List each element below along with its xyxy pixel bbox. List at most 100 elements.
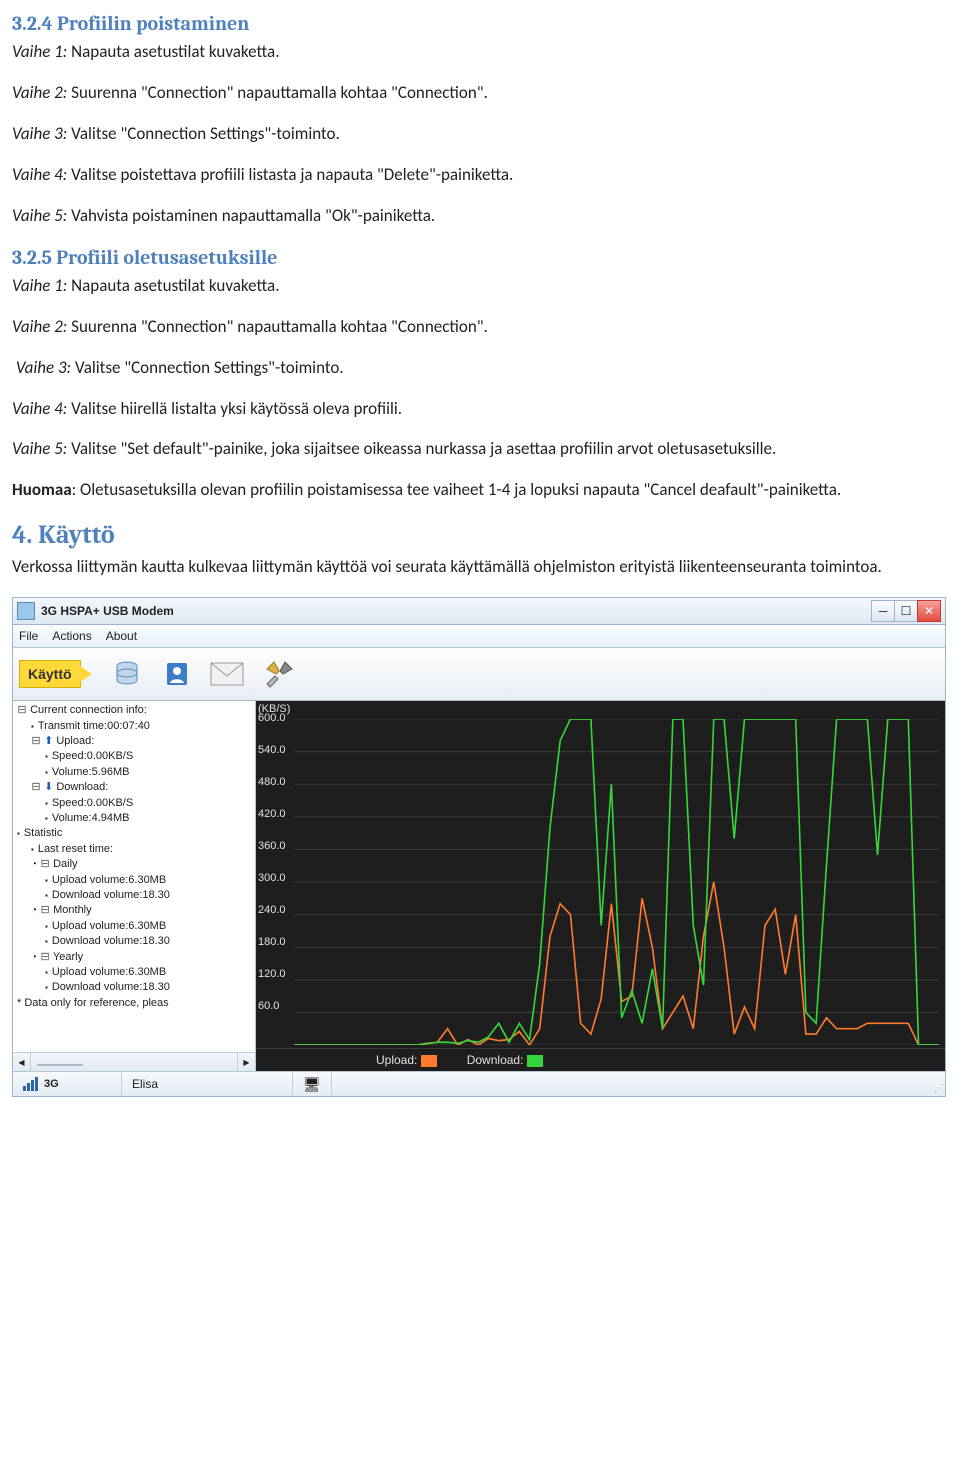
step-label: Vaihe 4: [12, 398, 67, 419]
legend-download: Download: [467, 1053, 549, 1067]
menubar: File Actions About [13, 625, 945, 648]
step-label: Vaihe 3: [12, 123, 67, 144]
toolbar-label-text: Käyttö [28, 666, 72, 682]
content-area: ⊟ Current connection info: Transmit time… [13, 701, 945, 1071]
tree-d-up: Upload volume:6.30MB [17, 873, 251, 888]
legend-upload-label: Upload: [376, 1053, 417, 1067]
scroll-left-arrow-icon[interactable]: ◀ [13, 1053, 31, 1071]
chart-legend: Upload: Download: [256, 1048, 945, 1071]
traffic-chart: (KB/S) Upload: Download: 60.0120.0180.02… [256, 701, 945, 1071]
heading-325: 3.2.5 Profiili oletusasetuksille [12, 246, 948, 269]
step-label: Vaihe 1: [12, 41, 67, 62]
tree-reference-note: * Data only for reference, pleas [17, 996, 251, 1011]
step-324-5: Vaihe 5: Vahvista poistaminen napauttama… [12, 205, 948, 228]
tree-up-speed: Speed:0.00KB/S [17, 749, 251, 764]
modem-window: 3G HSPA+ USB Modem ─ ☐ ✕ File Actions Ab… [12, 597, 946, 1097]
step-325-5: Vaihe 5: Valitse "Set default"-painike, … [12, 438, 948, 461]
tree-m-up: Upload volume:6.30MB [17, 919, 251, 934]
tree-download[interactable]: ⊟ ⬇ Download: [17, 780, 251, 795]
step-text: Vahvista poistaminen napauttamalla "Ok"-… [67, 205, 435, 226]
step-325-4: Vaihe 4: Valitse hiirellä listalta yksi … [12, 398, 948, 421]
legend-download-label: Download: [467, 1053, 524, 1067]
note-325: Huomaa: Oletusasetuksilla olevan profiil… [12, 479, 948, 502]
contacts-icon[interactable] [155, 653, 199, 695]
step-text: Suurenna "Connection" napauttamalla koht… [67, 82, 488, 103]
toolbar: Käyttö [13, 648, 945, 701]
app-icon [17, 602, 35, 620]
mail-icon[interactable] [205, 653, 249, 695]
tree-text: Monthly [53, 904, 92, 916]
resize-grip-icon[interactable]: ⋰ [934, 1083, 942, 1094]
window-title: 3G HSPA+ USB Modem [41, 604, 872, 618]
tree-y-dn: Download volume:18.30 [17, 980, 251, 995]
step-324-4: Vaihe 4: Valitse poistettava profiili li… [12, 164, 948, 187]
step-label: Vaihe 5: [12, 205, 67, 226]
y-tick: 360.0 [258, 840, 286, 852]
chart-plot [294, 719, 939, 1045]
database-icon[interactable] [105, 653, 149, 695]
menu-about[interactable]: About [106, 629, 137, 643]
scroll-thumb[interactable] [37, 1064, 83, 1066]
tree-d-dn: Download volume:18.30 [17, 888, 251, 903]
titlebar[interactable]: 3G HSPA+ USB Modem ─ ☐ ✕ [13, 598, 945, 625]
sidebar: ⊟ Current connection info: Transmit time… [13, 701, 256, 1071]
tree-m-dn: Download volume:18.30 [17, 934, 251, 949]
legend-download-swatch [527, 1055, 543, 1067]
y-tick: 120.0 [258, 968, 286, 980]
minimize-button[interactable]: ─ [871, 600, 895, 622]
legend-upload: Upload: [376, 1053, 443, 1067]
connection-tree: ⊟ Current connection info: Transmit time… [13, 701, 255, 1052]
menu-actions[interactable]: Actions [52, 629, 91, 643]
scroll-right-arrow-icon[interactable]: ▶ [237, 1053, 255, 1071]
tree-dn-vol: Volume:4.94MB [17, 811, 251, 826]
y-tick: 540.0 [258, 744, 286, 756]
chart-svg [294, 719, 939, 1045]
step-label: Vaihe 3: [16, 357, 71, 378]
statusbar: 3G Elisa 🖥 ⋰ [13, 1071, 945, 1096]
step-text: Napauta asetustilat kuvaketta. [67, 41, 279, 62]
step-324-2: Vaihe 2: Suurenna "Connection" napauttam… [12, 82, 948, 105]
network-type: 3G [44, 1078, 59, 1090]
step-label: Vaihe 2: [12, 82, 67, 103]
horizontal-scrollbar[interactable]: ◀ ▶ [13, 1052, 255, 1071]
tree-statistic: Statistic [17, 826, 251, 841]
step-label: Vaihe 1: [12, 275, 67, 296]
step-text: Valitse "Set default"-painike, joka sija… [67, 438, 776, 459]
tree-text: Download: [56, 781, 108, 793]
step-text: Valitse poistettava profiili listasta ja… [67, 164, 513, 185]
status-operator-cell: Elisa [121, 1072, 292, 1096]
note-text: : Oletusasetuksilla olevan profiilin poi… [72, 479, 842, 500]
heading-4: 4. Käyttö [12, 520, 948, 550]
tree-dn-speed: Speed:0.00KB/S [17, 796, 251, 811]
tree-y-up: Upload volume:6.30MB [17, 965, 251, 980]
heading-324: 3.2.4 Profiilin poistaminen [12, 12, 948, 35]
tree-upload[interactable]: ⊟ ⬆ Upload: [17, 734, 251, 749]
tree-monthly[interactable]: ⊟ Monthly [17, 903, 251, 918]
signal-icon [23, 1077, 38, 1091]
y-tick: 240.0 [258, 904, 286, 916]
tree-last-reset: Last reset time: [17, 842, 251, 857]
status-spacer [331, 1072, 945, 1096]
step-label: Vaihe 2: [12, 316, 67, 337]
step-324-1: Vaihe 1: Napauta asetustilat kuvaketta. [12, 41, 948, 64]
step-label: Vaihe 5: [12, 438, 67, 459]
y-tick: 180.0 [258, 936, 286, 948]
tree-yearly[interactable]: ⊟ Yearly [17, 950, 251, 965]
step-label: Vaihe 4: [12, 164, 67, 185]
step-325-3: Vaihe 3: Valitse "Connection Settings"-t… [12, 357, 948, 380]
status-operator: Elisa [132, 1077, 158, 1091]
tree-text: Yearly [53, 951, 83, 963]
tree-text: Upload: [56, 735, 94, 747]
note-label: Huomaa [12, 479, 72, 500]
step-text: Valitse "Connection Settings"-toiminto. [67, 123, 339, 144]
legend-upload-swatch [421, 1055, 437, 1067]
step-text: Napauta asetustilat kuvaketta. [67, 275, 279, 296]
menu-file[interactable]: File [19, 629, 38, 643]
y-tick: 300.0 [258, 872, 286, 884]
y-tick: 60.0 [258, 1000, 279, 1012]
settings-icon[interactable] [255, 653, 299, 695]
maximize-button[interactable]: ☐ [894, 600, 918, 622]
tree-daily[interactable]: ⊟ Daily [17, 857, 251, 872]
close-button[interactable]: ✕ [917, 600, 941, 622]
tree-root[interactable]: ⊟ Current connection info: [17, 703, 251, 718]
